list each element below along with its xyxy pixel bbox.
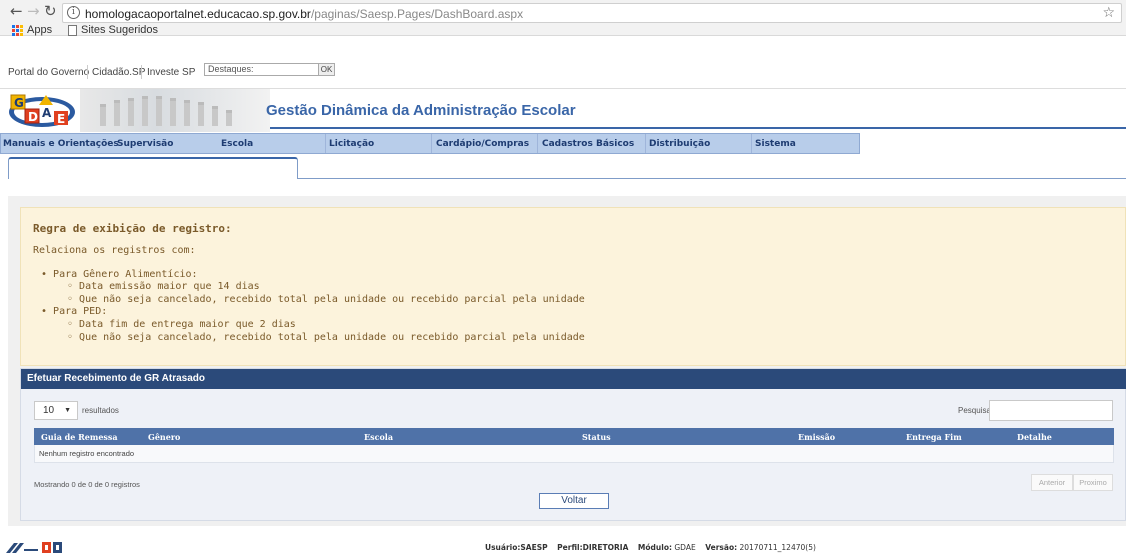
table-row: Nenhum registro encontrado [34, 445, 1114, 463]
main-menu: Manuais e Orientações Supervisão Escola … [0, 133, 860, 154]
bookmark-sites-sugeridos[interactable]: Sites Sugeridos [68, 24, 158, 36]
rule-group-label: • Para Gênero Alimentício: [41, 269, 198, 280]
browser-toolbar: ← → ↻ i homologacaoportalnet.educacao.sp… [0, 0, 1126, 36]
gov-link-cidadao[interactable]: Cidadão.SP [92, 67, 145, 78]
divider [298, 178, 1126, 179]
svg-text:E: E [57, 112, 65, 126]
column-header-guia[interactable]: Guia de Remessa [41, 432, 118, 442]
divider [431, 134, 432, 153]
bookmark-apps[interactable]: Apps [12, 24, 52, 36]
rule-item: ◦ Data fim de entrega maior que 2 dias [67, 319, 296, 330]
prev-page-button[interactable]: Anterior [1031, 474, 1073, 491]
divider [537, 134, 538, 153]
menu-item-escola[interactable]: Escola [221, 139, 253, 149]
session-info: Usuário:SAESP Perfil:DIRETORIA Módulo: G… [485, 543, 816, 552]
menu-item-supervisao[interactable]: Supervisão [117, 139, 173, 149]
panel-title: Efetuar Recebimento de GR Atrasado [27, 373, 206, 384]
tab-strip [8, 157, 1126, 181]
url-text[interactable]: homologacaoportalnet.educacao.sp.gov.br/… [85, 7, 523, 21]
rule-item: ◦ Que não seja cancelado, recebido total… [67, 332, 585, 343]
menu-item-distribuicao[interactable]: Distribuição [649, 139, 710, 149]
fde-logo [6, 543, 38, 553]
panel-header: Efetuar Recebimento de GR Atrasado [21, 369, 1126, 389]
menu-item-manuais[interactable]: Manuais e Orientações [3, 139, 119, 149]
back-arrow-icon[interactable]: ← [10, 4, 23, 19]
column-header-entrega-fim[interactable]: Entrega Fim [906, 432, 962, 442]
page-length-select[interactable]: 10 ▼ [34, 401, 78, 420]
gov-bar: Portal do Governo Cidadão.SP Investe SP … [0, 57, 1126, 87]
rule-group-label: • Para PED: [41, 306, 108, 317]
menu-item-cardapio[interactable]: Cardápio/Compras [436, 139, 529, 149]
menu-item-cadastros[interactable]: Cadastros Básicos [542, 139, 634, 149]
dropdown-arrow-icon: ▼ [64, 407, 71, 414]
svg-text:D: D [28, 110, 38, 124]
rule-intro: Relaciona os registros com: [33, 245, 196, 256]
rule-item: ◦ Que não seja cancelado, recebido total… [67, 294, 585, 305]
menu-item-licitacao[interactable]: Licitação [329, 139, 374, 149]
rule-notice: Regra de exibição de registro: Relaciona… [20, 207, 1126, 366]
length-label: resultados [82, 406, 119, 415]
destaques-select[interactable]: Destaques: ▼ [204, 63, 330, 76]
empty-message: Nenhum registro encontrado [39, 449, 135, 458]
voltar-button[interactable]: Voltar [539, 493, 609, 509]
apps-grid-icon [12, 24, 23, 36]
gov-link-investe[interactable]: Investe SP [147, 67, 195, 78]
search-input[interactable] [989, 400, 1113, 421]
bookmarks-bar: Apps Sites Sugeridos [0, 24, 1126, 38]
gdae-logo[interactable]: G D A E [8, 93, 80, 129]
page-title: Gestão Dinâmica da Administração Escolar [266, 102, 576, 119]
column-header-genero[interactable]: Gênero [148, 432, 180, 442]
school-building-image [80, 89, 270, 132]
column-header-detalhe[interactable]: Detalhe [1017, 432, 1052, 442]
column-header-emissao[interactable]: Emissão [798, 432, 835, 442]
ok-button[interactable]: OK [318, 63, 335, 76]
reload-icon[interactable]: ↻ [44, 4, 57, 19]
address-bar[interactable]: i homologacaoportalnet.educacao.sp.gov.b… [62, 3, 1122, 23]
rule-item: ◦ Data emissão maior que 14 dias [67, 281, 260, 292]
bookmark-star-icon[interactable]: ☆ [1102, 5, 1115, 21]
table-header: Guia de Remessa Gênero Escola Status Emi… [34, 428, 1114, 445]
divider [751, 134, 752, 153]
data-table: Guia de Remessa Gênero Escola Status Emi… [34, 428, 1114, 463]
divider [87, 65, 88, 79]
government-logo [42, 542, 62, 553]
forward-arrow-icon[interactable]: → [27, 4, 40, 19]
rule-title: Regra de exibição de registro: [33, 222, 232, 235]
menu-item-sistema[interactable]: Sistema [755, 139, 796, 149]
svg-text:A: A [42, 106, 52, 120]
divider [645, 134, 646, 153]
svg-text:G: G [14, 96, 24, 110]
column-header-status[interactable]: Status [582, 432, 611, 442]
site-header: G D A E Gestão Dinâmica da Administração… [0, 88, 1126, 132]
gr-panel: Efetuar Recebimento de GR Atrasado 10 ▼ … [20, 368, 1126, 521]
divider [325, 134, 326, 153]
gov-link-portal[interactable]: Portal do Governo [8, 67, 89, 78]
main-content: Regra de exibição de registro: Relaciona… [8, 196, 1126, 526]
divider [141, 65, 142, 79]
column-header-escola[interactable]: Escola [364, 432, 393, 442]
footer: Usuário:SAESP Perfil:DIRETORIA Módulo: G… [0, 540, 1126, 553]
table-info: Mostrando 0 de 0 de 0 registros [34, 480, 140, 489]
next-page-button[interactable]: Proximo [1073, 474, 1113, 491]
info-icon[interactable]: i [67, 6, 80, 19]
tab-active[interactable] [8, 157, 298, 179]
divider [270, 127, 1126, 129]
page-icon [68, 24, 77, 36]
